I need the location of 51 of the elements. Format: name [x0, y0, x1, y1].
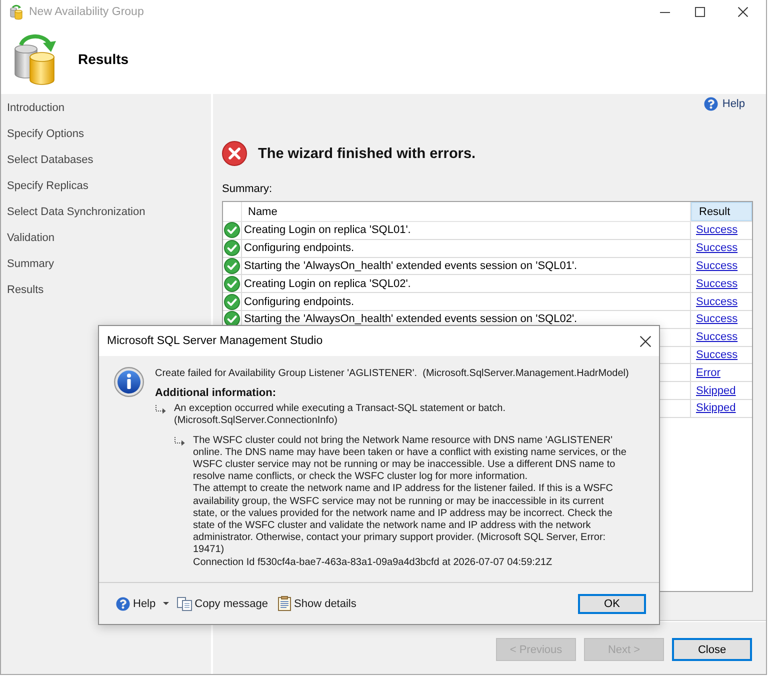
result-link[interactable]: Success — [696, 296, 738, 308]
help-icon — [704, 97, 718, 111]
caret-icon — [162, 602, 169, 605]
summary-label: Summary: — [222, 182, 272, 197]
result-link[interactable]: Skipped — [696, 402, 736, 414]
table-cell: Configuring endpoints. — [242, 240, 691, 257]
result-link[interactable]: Success — [696, 348, 738, 361]
close-icon — [738, 7, 748, 17]
show-details-button[interactable]: Show details — [274, 596, 356, 611]
sidebar-item[interactable]: Specify Options — [1, 121, 84, 147]
close-icon — [640, 336, 650, 346]
elbow-arrow-icon — [174, 436, 185, 446]
maximize-icon — [695, 7, 705, 17]
sidebar-item[interactable]: Specify Replicas — [1, 173, 88, 199]
table-cell: Creating Login on replica 'SQL01'. — [242, 222, 691, 239]
dialog-title: Microsoft SQL Server Management Studio — [107, 335, 323, 347]
ok-button[interactable]: OK — [578, 594, 646, 614]
help-icon — [116, 596, 130, 610]
sidebar-item[interactable]: Select Databases — [1, 147, 94, 173]
column-header[interactable]: Result — [691, 202, 752, 221]
sidebar-item[interactable]: Summary — [1, 251, 54, 277]
copy-message-button[interactable]: Copy message — [174, 596, 268, 610]
sidebar-item[interactable]: Results — [1, 277, 44, 303]
section-heading: Additional information: — [155, 387, 277, 400]
detail-message: An exception occurred while executing a Transact-SQL statement or batch. (Microsoft.SqlServer.ConnectionInfo) — [174, 403, 506, 428]
page-title: Results — [78, 51, 129, 67]
result-link[interactable]: Success — [696, 278, 738, 290]
close-button[interactable]: Close — [672, 638, 752, 661]
table-cell: Starting the 'AlwaysOn_health' extended events session on 'SQL01'. — [242, 258, 691, 274]
help-link[interactable]: Help — [704, 97, 745, 111]
result-link[interactable]: Skipped — [696, 384, 736, 397]
detail-message: The WSFC cluster could not bring the Network Name resource with DNS name 'AGLISTENER' online. The DNS name may have been taken or have a conflict with existing name services, or the WSFC cluster service may not be running or may be inaccessible. Use a different DNS name to resolve name conflicts, or check the WSFC cluster log for more information. The attempt to create the network name and IP address for the listener failed. If this is a WSFC availability group, the WSFC service may not be running or may be inaccessible in its current state, or the values provided for the network name and IP address may be incorrect. Check the state of the WSFC cluster and validate the network name and IP address with the network administrator. Otherwise, contact your primary support provider. (Microsoft SQL Server, Error: 19471) Connection Id f530cf4a-bae7-463a-83a1-09a9a4d3bcfd at 2026-07-07 04:59:21Z — [193, 434, 626, 569]
result-link[interactable]: Success — [696, 242, 738, 254]
result-link[interactable]: Error — [696, 366, 720, 379]
result-link[interactable]: Success — [696, 313, 738, 326]
result-link[interactable]: Success — [696, 260, 738, 272]
copy-icon — [176, 596, 192, 610]
result-link[interactable]: Success — [696, 224, 738, 236]
table-cell: Creating Login on replica 'SQL02'. — [242, 275, 691, 292]
status-message: The wizard finished with errors. — [258, 146, 476, 162]
result-link[interactable]: Success — [696, 331, 738, 344]
window-title: New Availability Group — [29, 6, 144, 18]
database-icon — [10, 4, 23, 20]
help-button[interactable]: Help — [116, 596, 169, 610]
sidebar-item[interactable]: Validation — [1, 225, 54, 251]
sidebar-item[interactable]: Select Data Synchronization — [1, 199, 146, 225]
document-icon — [278, 596, 291, 611]
error-message: Create failed for Availability Group Listener 'AGLISTENER'. (Microsoft.SqlServer.Management.HadrModel) — [155, 368, 630, 380]
table-cell: Configuring endpoints. — [242, 293, 691, 310]
elbow-arrow-icon — [155, 405, 166, 414]
sidebar-item[interactable]: Introduction — [1, 95, 64, 121]
